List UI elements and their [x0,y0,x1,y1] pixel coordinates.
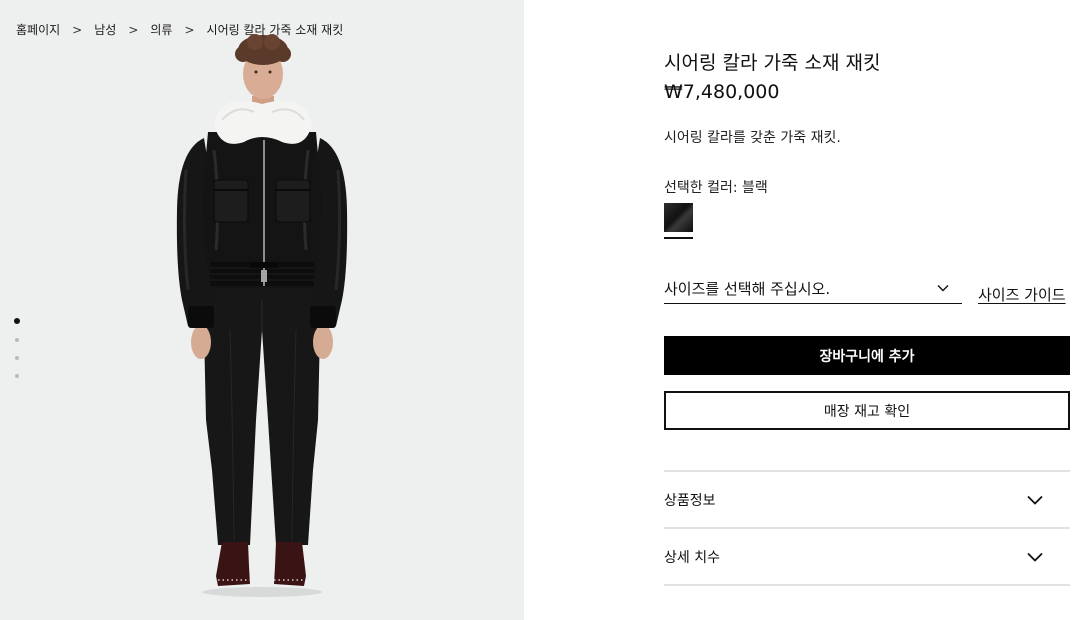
product-price: ₩7,480,000 [664,81,780,103]
accordion-size-details[interactable]: 상세 치수 [664,529,1070,584]
product-image-panel: 홈페이지 > 남성 > 의류 > 시어링 칼라 가죽 소재 재킷 [0,0,524,620]
chevron-down-icon [937,285,949,292]
product-page: 홈페이지 > 남성 > 의류 > 시어링 칼라 가죽 소재 재킷 시어링 칼라 … [0,0,1080,620]
accordion-product-info[interactable]: 상품정보 [664,472,1070,527]
divider [664,584,1070,586]
product-image [0,0,524,620]
check-store-stock-button[interactable]: 매장 재고 확인 [664,391,1070,430]
chevron-down-icon [1027,552,1043,562]
gallery-dot[interactable] [15,338,19,342]
breadcrumb-separator-icon: > [72,22,83,37]
size-select-label: 사이즈를 선택해 주십시오. [664,280,831,298]
swatch-selected-indicator [664,237,693,239]
accordion-label: 상품정보 [664,492,716,509]
selected-color-label: 선택한 컬러: 블랙 [664,180,768,196]
breadcrumb-separator-icon: > [128,22,139,37]
color-swatch-image [664,203,693,232]
size-select-dropdown[interactable]: 사이즈를 선택해 주십시오. [664,278,962,304]
size-guide-link[interactable]: 사이즈 가이드 [978,284,1066,305]
gallery-dot-active[interactable] [14,318,20,324]
chevron-down-icon [1027,495,1043,505]
product-description: 시어링 칼라를 갖춘 가죽 재킷. [664,130,841,146]
gallery-pagination [14,318,20,378]
breadcrumb-current: 시어링 칼라 가죽 소재 재킷 [206,23,344,37]
add-to-cart-button[interactable]: 장바구니에 추가 [664,336,1070,375]
product-accordion: 상품정보 상세 치수 [664,470,1070,586]
color-swatch-black[interactable] [664,203,693,239]
breadcrumb-clothing[interactable]: 의류 [150,21,172,38]
product-title: 시어링 칼라 가죽 소재 재킷 [664,52,881,74]
gallery-dot[interactable] [15,374,19,378]
breadcrumb-separator-icon: > [184,22,195,37]
breadcrumb: 홈페이지 > 남성 > 의류 > 시어링 칼라 가죽 소재 재킷 [16,21,343,38]
breadcrumb-men[interactable]: 남성 [94,21,116,38]
gallery-dot[interactable] [15,356,19,360]
accordion-label: 상세 치수 [664,549,720,566]
breadcrumb-home[interactable]: 홈페이지 [16,21,60,38]
